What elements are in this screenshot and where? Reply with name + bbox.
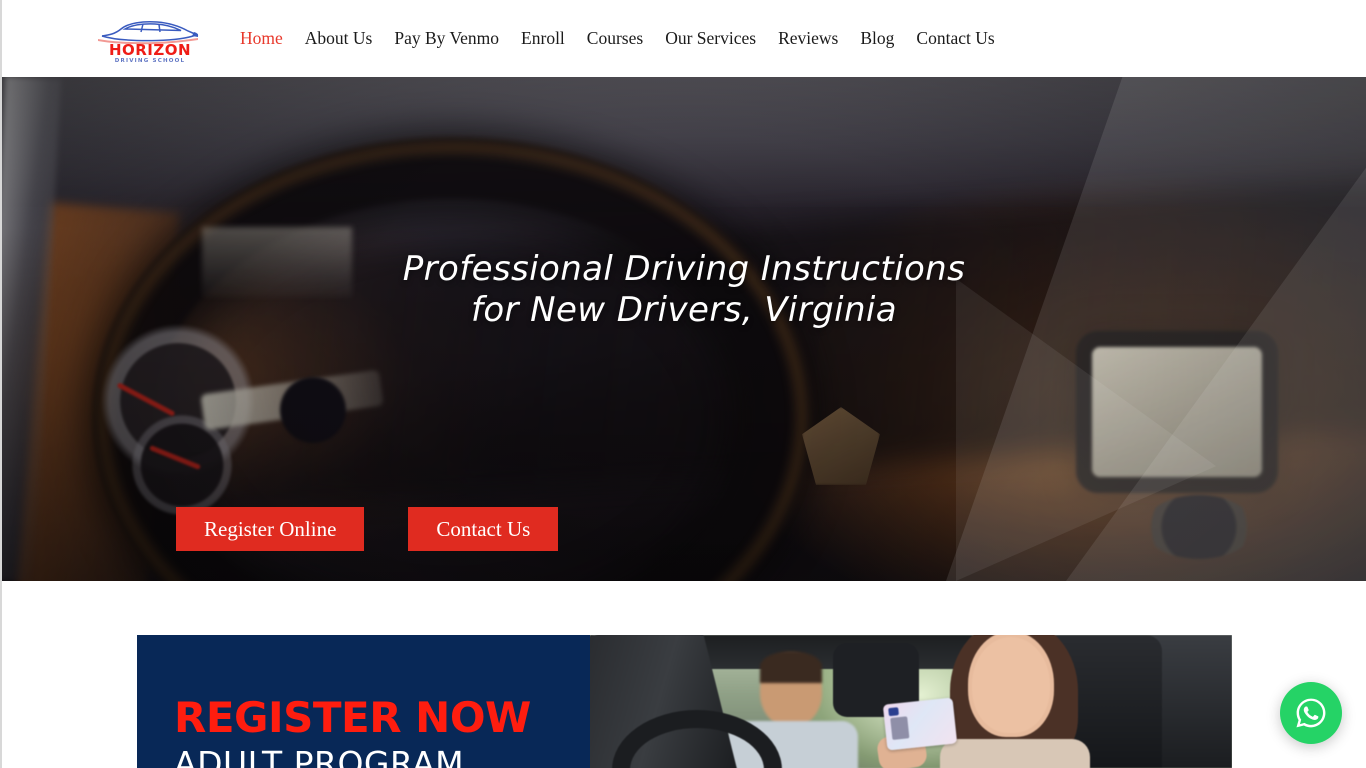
register-now-text-panel: REGISTER NOW ADULT PROGRAM [137, 635, 590, 768]
contact-us-button[interactable]: Contact Us [408, 507, 559, 551]
site-header: HORIZON DRIVING SCHOOL Home About Us Pay… [2, 0, 1366, 77]
nav-item-enroll[interactable]: Enroll [510, 0, 576, 77]
main-navigation: Home About Us Pay By Venmo Enroll Course… [229, 0, 1006, 77]
hero-banner: Professional Driving Instructions for Ne… [2, 77, 1366, 581]
nav-item-home[interactable]: Home [229, 0, 294, 77]
hero-title-line-1: Professional Driving Instructions [402, 249, 966, 289]
register-now-photo [590, 635, 1232, 768]
register-now-subtitle: ADULT PROGRAM [174, 744, 465, 768]
nav-item-blog[interactable]: Blog [849, 0, 905, 77]
whatsapp-icon [1293, 695, 1329, 731]
register-now-card[interactable]: REGISTER NOW ADULT PROGRAM [137, 635, 1232, 768]
hero-button-group: Register Online Contact Us [176, 507, 559, 551]
register-online-button[interactable]: Register Online [176, 507, 365, 551]
hero-title-line-2: for New Drivers, Virginia [470, 290, 898, 331]
svg-text:DRIVING SCHOOL: DRIVING SCHOOL [115, 58, 185, 64]
register-now-section: REGISTER NOW ADULT PROGRAM [2, 581, 1366, 768]
horizon-driving-school-logo[interactable]: HORIZON DRIVING SCHOOL [95, 14, 205, 64]
nav-item-our-services[interactable]: Our Services [654, 0, 767, 77]
nav-item-contact-us[interactable]: Contact Us [905, 0, 1005, 77]
hero-title: Professional Driving Instructions for Ne… [2, 249, 1366, 332]
nav-item-pay-by-venmo[interactable]: Pay By Venmo [383, 0, 510, 77]
nav-item-reviews[interactable]: Reviews [767, 0, 849, 77]
svg-text:HORIZON: HORIZON [109, 41, 191, 59]
nav-item-courses[interactable]: Courses [576, 0, 654, 77]
whatsapp-chat-button[interactable] [1280, 682, 1342, 744]
nav-item-about-us[interactable]: About Us [294, 0, 384, 77]
register-now-title: REGISTER NOW [174, 693, 531, 742]
